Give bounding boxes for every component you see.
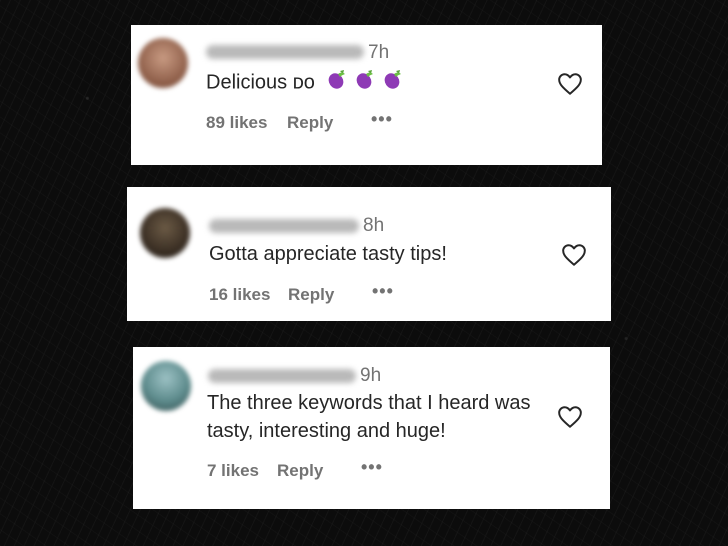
heart-icon[interactable] xyxy=(557,405,583,429)
comment-card: 9h The three keywords that I heard was t… xyxy=(133,347,610,509)
comment-text-body: Delicious ᴅᴏ xyxy=(206,71,315,94)
comment-time: 9h xyxy=(360,365,382,386)
avatar[interactable] xyxy=(140,208,190,258)
username-blurred[interactable] xyxy=(208,369,356,383)
username-blurred[interactable] xyxy=(209,219,359,233)
reply-button[interactable]: Reply xyxy=(277,461,323,481)
comment-text: Delicious ᴅᴏ xyxy=(206,68,404,98)
more-options-icon[interactable]: ••• xyxy=(371,109,393,130)
likes-count[interactable]: 16 likes xyxy=(209,285,270,305)
username-blurred[interactable] xyxy=(206,45,364,59)
likes-count[interactable]: 7 likes xyxy=(207,461,259,481)
comment-time: 7h xyxy=(368,42,390,63)
more-options-icon[interactable]: ••• xyxy=(361,457,383,478)
eggplant-icon xyxy=(382,68,404,98)
more-options-icon[interactable]: ••• xyxy=(372,281,394,302)
comment-card: 7h Delicious ᴅᴏ 89 likes Reply ••• xyxy=(131,25,602,165)
eggplant-icon xyxy=(354,68,376,98)
comment-text: Gotta appreciate tasty tips! xyxy=(209,243,447,265)
reply-button[interactable]: Reply xyxy=(287,113,333,133)
heart-icon[interactable] xyxy=(561,243,587,267)
likes-count[interactable]: 89 likes xyxy=(206,113,267,133)
avatar[interactable] xyxy=(138,38,188,88)
comment-card: 8h Gotta appreciate tasty tips! 16 likes… xyxy=(127,187,611,321)
heart-icon[interactable] xyxy=(557,72,583,96)
eggplant-icon xyxy=(326,68,348,98)
comment-text: The three keywords that I heard was tast… xyxy=(207,392,531,442)
reply-button[interactable]: Reply xyxy=(288,285,334,305)
comment-time: 8h xyxy=(363,215,385,236)
avatar[interactable] xyxy=(141,361,191,411)
